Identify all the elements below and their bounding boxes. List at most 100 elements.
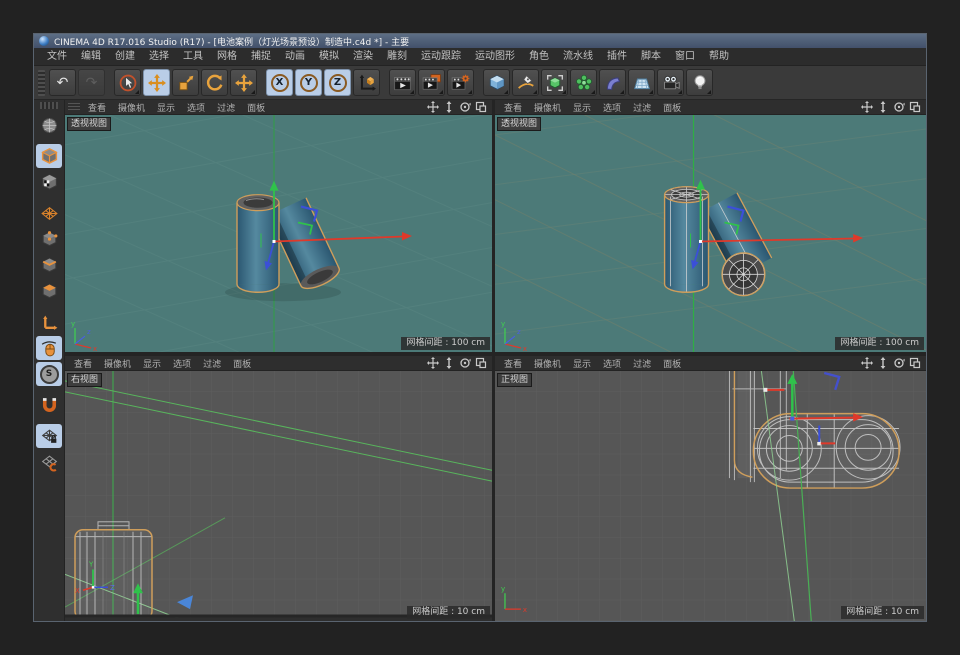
add-environment-button[interactable] [628,69,655,96]
vp1-menu-cameras[interactable]: 摄像机 [112,101,151,114]
vp4-menu-panel[interactable]: 面板 [657,357,687,370]
edit-render-settings-button[interactable] [447,69,474,96]
vp1-canvas[interactable]: 透视视图 网格间距 : 100 cm [65,115,492,352]
coordinate-system-button[interactable] [353,69,380,96]
lock-workplane-button[interactable] [36,424,62,448]
vp3-menu-display[interactable]: 显示 [137,357,167,370]
add-spline-button[interactable] [512,69,539,96]
vp1-menu-view[interactable]: 查看 [82,101,112,114]
menu-motion-tracker[interactable]: 运动跟踪 [414,49,468,65]
y-axis-lock-button[interactable]: Y [295,69,322,96]
add-camera-button[interactable] [657,69,684,96]
texture-mode-button[interactable] [36,170,62,194]
palette-grip[interactable] [40,102,58,109]
workplane-mode-button[interactable] [36,201,62,225]
vp2-maximize-icon[interactable] [909,101,921,113]
vp4-maximize-icon[interactable] [909,357,921,369]
menu-select[interactable]: 选择 [142,49,176,65]
vp1-rotate-icon[interactable] [459,101,471,113]
add-subdivision-surface-button[interactable] [541,69,568,96]
menu-render[interactable]: 渲染 [346,49,380,65]
vp1-maximize-icon[interactable] [475,101,487,113]
edges-mode-button[interactable] [36,253,62,277]
last-used-tool-button[interactable] [230,69,257,96]
title-bar[interactable]: CINEMA 4D R17.016 Studio (R17) - [电池案例（灯… [34,34,926,48]
menu-edit[interactable]: 编辑 [74,49,108,65]
vp2-canvas[interactable]: 透视视图 网格间距 : 100 cm [495,115,926,352]
menu-file[interactable]: 文件 [40,49,74,65]
vp2-menu-filter[interactable]: 过滤 [627,101,657,114]
add-light-button[interactable] [686,69,713,96]
undo-button[interactable]: ↶ [49,69,76,96]
menu-tools[interactable]: 工具 [176,49,210,65]
vp4-menu-options[interactable]: 选项 [597,357,627,370]
vp1-menu-display[interactable]: 显示 [151,101,181,114]
vp3-maximize-icon[interactable] [475,357,487,369]
menu-plugins[interactable]: 插件 [600,49,634,65]
live-selection-button[interactable] [114,69,141,96]
x-axis-lock-button[interactable]: X [266,69,293,96]
vp2-menu-options[interactable]: 选项 [597,101,627,114]
vp4-zoom-icon[interactable] [877,357,889,369]
vp2-menu-view[interactable]: 查看 [498,101,528,114]
move-tool-button[interactable] [143,69,170,96]
vp1-pan-icon[interactable] [427,101,439,113]
vp4-rotate-icon[interactable] [893,357,905,369]
points-mode-button[interactable] [36,227,62,251]
z-axis-lock-button[interactable]: Z [324,69,351,96]
model-mode-button[interactable] [36,144,62,168]
menu-help[interactable]: 帮助 [702,49,736,65]
vp3-zoom-icon[interactable] [443,357,455,369]
menu-simulate[interactable]: 模拟 [312,49,346,65]
vp2-menu-display[interactable]: 显示 [567,101,597,114]
vp1-menu-filter[interactable]: 过滤 [211,101,241,114]
vp4-menu-display[interactable]: 显示 [567,357,597,370]
add-modeling-object-button[interactable] [570,69,597,96]
vp2-pan-icon[interactable] [861,101,873,113]
vp4-menu-filter[interactable]: 过滤 [627,357,657,370]
redo-button[interactable]: ↷ [78,69,105,96]
menu-snap[interactable]: 捕捉 [244,49,278,65]
menu-mesh[interactable]: 网格 [210,49,244,65]
vp4-menu-view[interactable]: 查看 [498,357,528,370]
add-deformer-button[interactable] [599,69,626,96]
vp4-menu-cameras[interactable]: 摄像机 [528,357,567,370]
vp1-grip[interactable] [68,103,80,112]
menu-create[interactable]: 创建 [108,49,142,65]
vp3-pan-icon[interactable] [427,357,439,369]
menu-sculpt[interactable]: 雕刻 [380,49,414,65]
menu-window[interactable]: 窗口 [668,49,702,65]
enable-snap-button[interactable]: S [36,362,62,386]
menu-mograph[interactable]: 运动图形 [468,49,522,65]
scale-tool-button[interactable] [172,69,199,96]
vp4-canvas[interactable]: 正视图 网格间距 : 10 cm [495,371,926,621]
render-to-picture-viewer-button[interactable] [418,69,445,96]
vp2-menu-cameras[interactable]: 摄像机 [528,101,567,114]
render-view-button[interactable] [389,69,416,96]
viewport-tweak-button[interactable] [36,336,62,360]
vp3-menu-cameras[interactable]: 摄像机 [98,357,137,370]
rotate-tool-button[interactable] [201,69,228,96]
vp1-menu-panel[interactable]: 面板 [241,101,271,114]
vp3-menu-options[interactable]: 选项 [167,357,197,370]
interactive-workplane-button[interactable] [36,450,62,474]
vp4-pan-icon[interactable] [861,357,873,369]
vp1-zoom-icon[interactable] [443,101,455,113]
vp2-rotate-icon[interactable] [893,101,905,113]
vp3-menu-filter[interactable]: 过滤 [197,357,227,370]
vp1-menu-options[interactable]: 选项 [181,101,211,114]
menu-character[interactable]: 角色 [522,49,556,65]
add-primitive-button[interactable] [483,69,510,96]
snap-magnet-button[interactable] [36,393,62,417]
vp3-canvas[interactable]: 右视图 网格间距 : 10 cm [65,371,492,621]
make-editable-button[interactable] [36,113,62,137]
menu-animate[interactable]: 动画 [278,49,312,65]
polygons-mode-button[interactable] [36,279,62,303]
vp2-zoom-icon[interactable] [877,101,889,113]
menu-pipeline[interactable]: 流水线 [556,49,600,65]
menu-script[interactable]: 脚本 [634,49,668,65]
vp2-menu-panel[interactable]: 面板 [657,101,687,114]
vp3-menu-view[interactable]: 查看 [68,357,98,370]
enable-axis-button[interactable] [36,310,62,334]
toolbar-grip[interactable] [38,70,45,96]
